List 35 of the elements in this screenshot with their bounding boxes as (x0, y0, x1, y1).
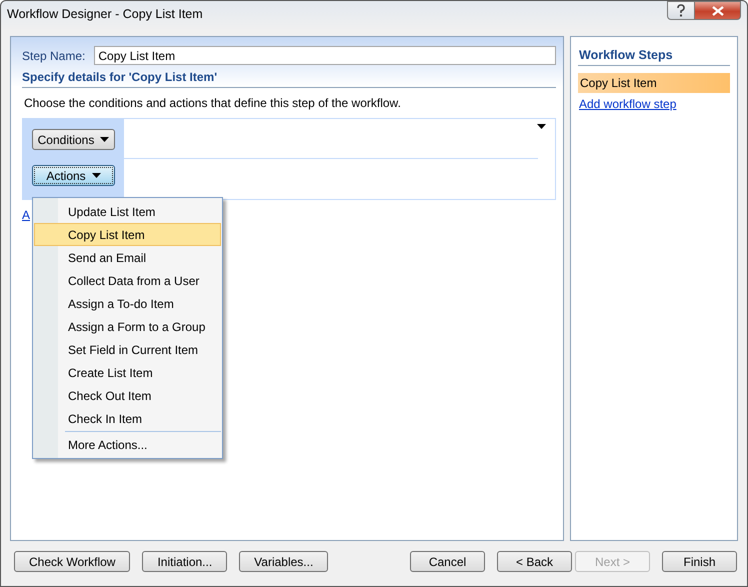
menu-item[interactable]: Send an Email (34, 246, 221, 269)
step-item[interactable]: Copy List Item (578, 73, 730, 93)
menu-item[interactable]: Check In Item (34, 407, 221, 430)
question-icon (676, 4, 686, 17)
dialog-button[interactable]: < Back (497, 551, 572, 572)
menu-item[interactable]: More Actions... (34, 433, 221, 456)
dialog-button[interactable]: Check Workflow (14, 551, 130, 572)
menu-item[interactable]: Collect Data from a User (34, 269, 221, 292)
dropdown-arrow-icon[interactable] (537, 124, 546, 129)
section-heading: Specify details for 'Copy List Item' (22, 70, 556, 88)
actions-button[interactable]: Actions (32, 165, 115, 186)
menu-item[interactable]: Assign a Form to a Group (34, 315, 221, 338)
conditions-button[interactable]: Conditions (32, 129, 115, 150)
menu-item[interactable]: Update List Item (34, 200, 221, 223)
caret-icon (92, 173, 101, 178)
menu-item[interactable]: Set Field in Current Item (34, 338, 221, 361)
close-button[interactable] (695, 1, 741, 20)
branch-link[interactable]: A (22, 208, 30, 222)
panel-title: Workflow Steps (578, 45, 730, 66)
dialog-button[interactable]: Initiation... (142, 551, 228, 572)
step-name-field[interactable]: Copy List Item (94, 46, 556, 65)
menu-item[interactable]: Check Out Item (34, 384, 221, 407)
add-step-link[interactable]: Add workflow step (579, 97, 676, 111)
menu-item[interactable]: Assign a To-do Item (34, 292, 221, 315)
caret-icon (100, 137, 110, 142)
menu-item[interactable]: Copy List Item (34, 223, 221, 246)
help-button[interactable] (667, 1, 695, 20)
dialog-button[interactable]: Cancel (410, 551, 485, 572)
dialog-button[interactable]: Finish (662, 551, 737, 572)
instruction-text: Choose the conditions and actions that define this step of the workflow. (23, 96, 402, 110)
step-name-label: Step Name: (22, 48, 86, 62)
close-icon (712, 6, 724, 16)
dialog-button[interactable]: Variables... (239, 551, 328, 572)
menu-item[interactable]: Create List Item (34, 361, 221, 384)
window-title: Workflow Designer - Copy List Item (7, 7, 203, 21)
